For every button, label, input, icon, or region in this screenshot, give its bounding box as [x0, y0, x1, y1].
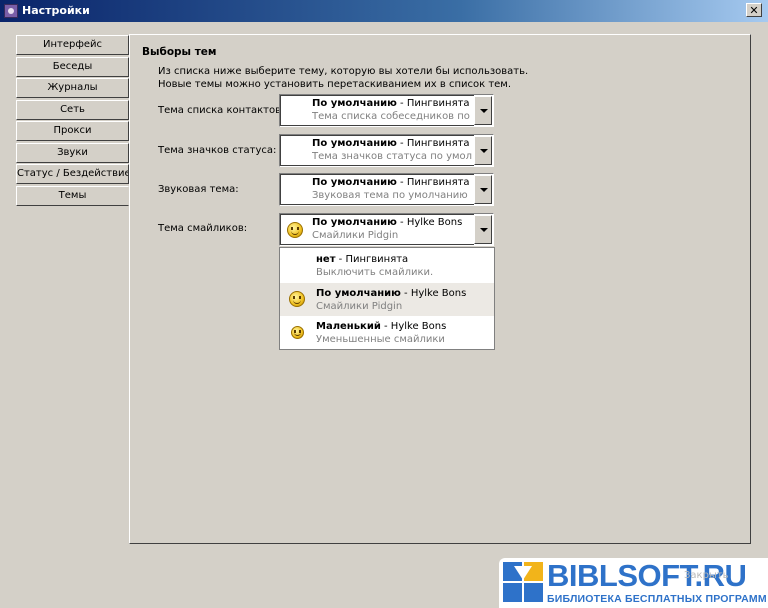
tab-interface[interactable]: Интерфейс	[16, 35, 129, 55]
option-description: Смайлики Pidgin	[316, 301, 403, 312]
watermark-subtitle: БИБЛИОТЕКА БЕСПЛАТНЫХ ПРОГРАММ	[547, 593, 767, 605]
smiley-option-small[interactable]: Маленький - Hylke Bons Уменьшенные смайл…	[280, 316, 494, 349]
contact-list-theme-label: Тема списка контактов:	[158, 105, 285, 116]
small-smiley-icon	[291, 326, 304, 339]
option-value: нет - Пингвинята	[316, 254, 409, 265]
smiley-theme-dropdown: нет - Пингвинята Выключить смайлики. По …	[279, 247, 495, 350]
tab-conversations[interactable]: Беседы	[16, 56, 129, 77]
combo-description: Смайлики Pidgin	[312, 230, 399, 241]
section-title: Выборы тем	[142, 46, 217, 58]
tab-sounds[interactable]: Звуки	[16, 142, 129, 163]
combo-value: По умолчанию - Пингвинята	[312, 98, 470, 109]
close-button-ghost: Закрыть	[684, 570, 729, 581]
description-line-2: Новые темы можно установить перетаскиван…	[158, 79, 512, 90]
title-bar: Настройки ✕	[0, 0, 768, 22]
tab-proxy[interactable]: Прокси	[16, 121, 129, 141]
chevron-down-icon[interactable]	[474, 96, 492, 125]
option-value: По умолчанию - Hylke Bons	[316, 288, 467, 299]
sound-theme-select[interactable]: По умолчанию - Пингвинята Звуковая тема …	[279, 173, 494, 206]
combo-value: По умолчанию - Пингвинята	[312, 177, 470, 188]
smiley-theme-select[interactable]: По умолчанию - Hylke Bons Смайлики Pidgi…	[279, 213, 494, 246]
status-icon-theme-label: Тема значков статуса:	[158, 145, 277, 156]
description-line-1: Из списка ниже выберите тему, которую вы…	[158, 66, 529, 77]
smiley-icon	[287, 222, 303, 238]
smiley-option-default[interactable]: По умолчанию - Hylke Bons Смайлики Pidgi…	[280, 283, 494, 316]
tab-status-idle[interactable]: Статус / Бездействие	[16, 164, 129, 184]
chevron-down-icon[interactable]	[474, 215, 492, 244]
option-description: Выключить смайлики.	[316, 267, 434, 278]
tab-strip: Интерфейс Беседы Журналы Сеть Прокси Зву…	[16, 35, 129, 207]
tab-themes[interactable]: Темы	[16, 185, 129, 206]
combo-value: По умолчанию - Пингвинята	[312, 138, 470, 149]
combo-description: Тема значков статуса по умолч...	[312, 151, 472, 162]
status-icon-theme-select[interactable]: По умолчанию - Пингвинята Тема значков с…	[279, 134, 494, 167]
window-title: Настройки	[22, 4, 90, 17]
contact-list-theme-select[interactable]: По умолчанию - Пингвинята Тема списка со…	[279, 94, 494, 127]
smiley-icon	[289, 291, 305, 307]
chevron-down-icon[interactable]	[474, 136, 492, 165]
option-description: Уменьшенные смайлики	[316, 334, 445, 345]
combo-description: Звуковая тема по умолчанию	[312, 190, 468, 201]
pidgin-app-icon	[4, 4, 18, 18]
tab-network[interactable]: Сеть	[16, 99, 129, 120]
watermark-logo: BIBLSOFT.RU БИБЛИОТЕКА БЕСПЛАТНЫХ ПРОГРА…	[499, 558, 768, 608]
tab-logging[interactable]: Журналы	[16, 78, 129, 98]
sound-theme-label: Звуковая тема:	[158, 184, 239, 195]
combo-value: По умолчанию - Hylke Bons	[312, 217, 463, 228]
smiley-option-none[interactable]: нет - Пингвинята Выключить смайлики.	[280, 249, 494, 282]
combo-description: Тема списка собеседников по у...	[312, 111, 472, 122]
download-arrow-icon	[503, 562, 543, 602]
smiley-theme-label: Тема смайликов:	[158, 223, 248, 234]
option-value: Маленький - Hylke Bons	[316, 321, 447, 332]
close-button[interactable]: ✕	[746, 3, 762, 17]
chevron-down-icon[interactable]	[474, 175, 492, 204]
